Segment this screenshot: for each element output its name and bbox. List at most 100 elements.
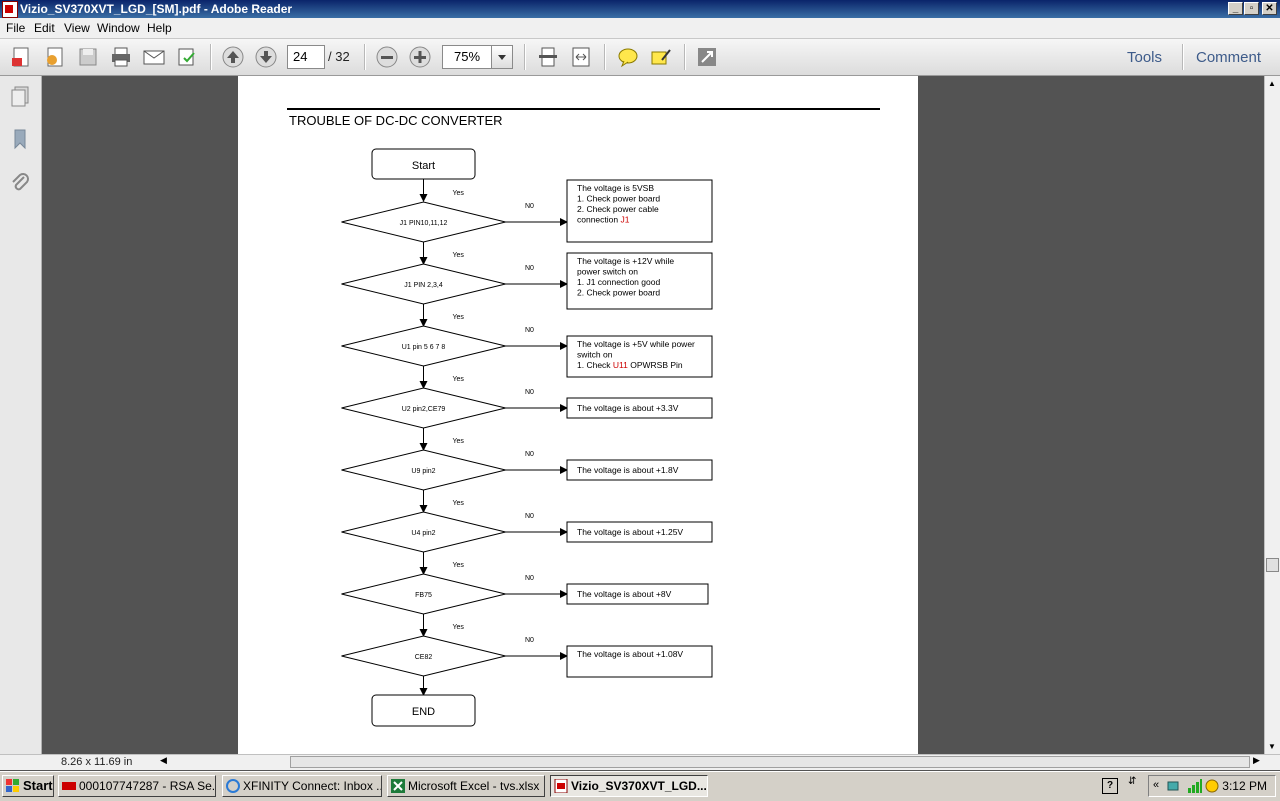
zoom-in-button[interactable] — [407, 45, 433, 69]
fit-page-button[interactable] — [535, 45, 561, 69]
scroll-down-icon[interactable]: ▼ — [1268, 742, 1276, 751]
review-icon — [178, 48, 195, 66]
task-rsa[interactable]: 000107747287 - RSA Se... — [58, 775, 216, 797]
note-suffix: OPWRSB Pin — [628, 360, 683, 370]
pdf-page: TROUBLE OF DC-DC CONVERTER Start Yes J1 P… — [238, 76, 918, 754]
bookmarks-button[interactable] — [9, 128, 31, 150]
pdf-icon — [554, 779, 568, 793]
note-line: 1. Check power board — [577, 194, 660, 204]
arrow-up-icon — [222, 46, 244, 68]
highlight-text-button[interactable] — [648, 45, 674, 69]
network-icon[interactable] — [1167, 779, 1181, 793]
toolbar-separator — [684, 44, 686, 70]
windows-logo-icon — [6, 779, 19, 792]
next-page-button[interactable] — [253, 45, 279, 69]
note-line: The voltage is about +3.3V — [577, 403, 679, 413]
decision-label: U9 pin2 — [411, 468, 435, 475]
note-line: 2. Check power cable — [577, 204, 659, 214]
vertical-scroll-thumb[interactable] — [1266, 558, 1279, 572]
toolbar-separator — [524, 44, 526, 70]
task-excel[interactable]: Microsoft Excel - tvs.xlsx — [387, 775, 545, 797]
vertical-scrollbar[interactable]: ▲ ▼ — [1264, 76, 1280, 754]
horizontal-scroll-thumb[interactable] — [290, 756, 1250, 768]
highlighter-icon — [651, 49, 671, 65]
menu-edit[interactable]: Edit — [34, 21, 55, 35]
toolbar-separator — [364, 44, 366, 70]
start-button[interactable]: Start — [2, 775, 54, 797]
help-icon[interactable]: ? — [1102, 778, 1118, 794]
no-label: N0 — [525, 327, 534, 334]
zoom-level-input[interactable]: 75% — [442, 45, 492, 69]
toolbar-separator — [1182, 44, 1184, 70]
decision-label: U4 pin2 — [411, 530, 435, 537]
yes-label: Yes — [453, 314, 465, 321]
print-icon — [112, 47, 130, 67]
navigation-panel — [0, 76, 42, 768]
signal-strength-icon[interactable] — [1187, 778, 1203, 794]
create-pdf-button[interactable] — [8, 45, 34, 69]
attachments-button[interactable] — [9, 171, 31, 193]
note-line: 1. J1 connection good — [577, 277, 660, 287]
no-label: N0 — [525, 451, 534, 458]
note-line: The voltage is about +8V — [577, 589, 672, 599]
task-adobe-reader[interactable]: Vizio_SV370XVT_LGD... — [550, 775, 708, 797]
close-button[interactable]: ✕ — [1262, 2, 1277, 15]
email-button[interactable] — [141, 45, 167, 69]
scroll-up-icon[interactable]: ▲ — [1268, 79, 1276, 88]
menu-help[interactable]: Help — [147, 21, 172, 35]
menu-bar: File Edit View Window Help — [0, 18, 1280, 39]
edit-pdf-button[interactable] — [42, 45, 68, 69]
note-line: 1. Check U11 OPWRSB Pin — [577, 360, 683, 370]
task-xfinity[interactable]: XFINITY Connect: Inbox ... — [222, 775, 382, 797]
pdf-app-icon[interactable] — [2, 1, 18, 18]
task-label: XFINITY Connect: Inbox ... — [243, 779, 382, 793]
task-label: 000107747287 - RSA Se... — [79, 779, 216, 793]
start-label: Start — [23, 778, 53, 793]
tools-pane-link[interactable]: Tools — [1127, 49, 1162, 66]
print-button[interactable] — [108, 45, 134, 69]
paperclip-icon — [12, 173, 29, 191]
fit-width-button[interactable] — [568, 45, 594, 69]
arrow-down-icon — [255, 46, 277, 68]
zoom-dropdown-button[interactable] — [491, 45, 513, 69]
comment-pane-link[interactable]: Comment — [1196, 49, 1261, 66]
note-line: connection J1 — [577, 215, 630, 225]
save-button[interactable] — [75, 45, 101, 69]
toolbar-separator — [210, 44, 212, 70]
flowchart-diagram: TROUBLE OF DC-DC CONVERTER Start Yes J1 P… — [287, 108, 880, 727]
zoom-out-button[interactable] — [374, 45, 400, 69]
taskbar: Start 000107747287 - RSA Se... XFINITY C… — [0, 771, 1280, 801]
yes-label: Yes — [453, 376, 465, 383]
status-scroll-bar: 8.26 x 11.69 in ◀ ▶ — [0, 754, 1280, 770]
previous-page-button[interactable] — [220, 45, 246, 69]
security-shield-icon[interactable] — [1205, 779, 1219, 793]
window-title: Vizio_SV370XVT_LGD_[SM].pdf - Adobe Read… — [20, 2, 293, 16]
toolbar: 24 / 32 75% Tools Comment — [0, 39, 1280, 76]
page-number-input[interactable]: 24 — [287, 45, 325, 69]
envelope-icon — [143, 50, 165, 65]
clock[interactable]: 3:12 PM — [1222, 779, 1267, 793]
menu-view[interactable]: View — [64, 21, 90, 35]
sticky-note-button[interactable] — [615, 45, 641, 69]
scroll-right-icon[interactable]: ▶ — [1253, 755, 1260, 766]
minimize-button[interactable]: _ — [1228, 2, 1243, 15]
page-heading: TROUBLE OF DC-DC CONVERTER — [289, 113, 503, 128]
review-button[interactable] — [174, 45, 200, 69]
yes-label: Yes — [453, 500, 465, 507]
menu-window[interactable]: Window — [97, 21, 140, 35]
maximize-button[interactable]: ▫ — [1244, 2, 1259, 15]
rsa-icon — [62, 782, 76, 790]
note-line: switch on — [577, 350, 613, 360]
document-edit-icon — [47, 47, 63, 67]
scroll-left-icon[interactable]: ◀ — [160, 755, 167, 766]
expand-tray-icon[interactable]: « — [1153, 779, 1159, 791]
full-screen-button[interactable] — [694, 45, 720, 69]
page-thumbnails-button[interactable] — [9, 85, 31, 107]
note-line: 2. Check power board — [577, 288, 660, 298]
start-label: Start — [412, 160, 435, 172]
minus-circle-icon — [376, 46, 398, 68]
fit-page-icon — [539, 47, 557, 67]
language-bar-icon[interactable]: ⇵ — [1128, 776, 1136, 787]
decision-label: U2 pin2,CE79 — [402, 406, 446, 413]
menu-file[interactable]: File — [6, 21, 25, 35]
